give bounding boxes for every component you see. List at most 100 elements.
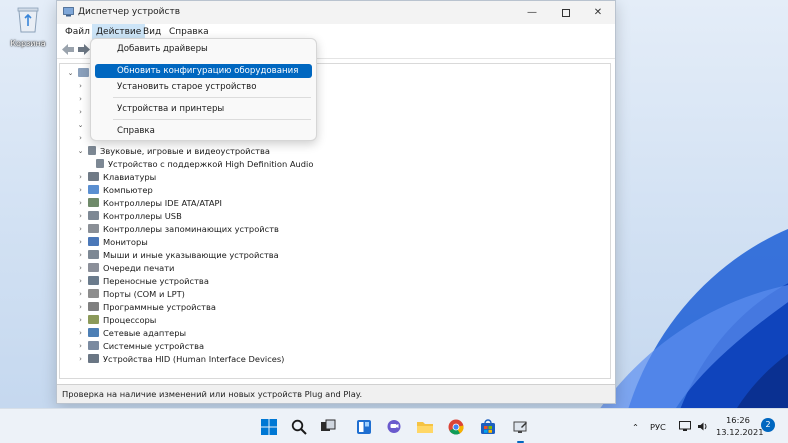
device-category-icon bbox=[88, 250, 99, 259]
store-icon bbox=[481, 419, 495, 434]
category-label: Контроллеры USB bbox=[103, 210, 182, 221]
menu-item-add-legacy[interactable]: Установить старое устройство bbox=[95, 80, 312, 94]
widgets-icon bbox=[357, 420, 371, 434]
task-view-button[interactable] bbox=[318, 417, 338, 437]
taskbar: ⌃ РУС 16:26 13.12.2021 bbox=[0, 408, 788, 443]
device-category-icon bbox=[88, 224, 99, 233]
tree-category[interactable]: › Переносные устройства bbox=[76, 274, 209, 287]
tree-category[interactable]: › Контроллеры USB bbox=[76, 209, 182, 222]
chevron-right-icon: › bbox=[79, 211, 82, 220]
chat-button[interactable] bbox=[384, 417, 404, 437]
device-category-icon bbox=[88, 185, 99, 194]
network-icon[interactable] bbox=[679, 409, 691, 443]
start-button[interactable] bbox=[259, 417, 279, 437]
close-button[interactable]: ✕ bbox=[581, 1, 615, 24]
tree-category[interactable]: › Мониторы bbox=[76, 235, 148, 248]
tree-category[interactable]: › Системные устройства bbox=[76, 339, 204, 352]
chevron-right-icon: › bbox=[79, 315, 82, 324]
speaker-icon bbox=[96, 159, 104, 168]
chevron-right-icon: › bbox=[79, 81, 82, 90]
chat-icon bbox=[387, 420, 401, 433]
chevron-right-icon: › bbox=[79, 341, 82, 350]
chevron-right-icon: › bbox=[79, 107, 82, 116]
category-label: Системные устройства bbox=[103, 340, 205, 351]
speaker-icon bbox=[88, 146, 96, 155]
tree-row[interactable]: › bbox=[76, 92, 85, 105]
windows-logo-icon bbox=[261, 419, 277, 435]
category-label: Контроллеры IDE ATA/ATAPI bbox=[103, 197, 222, 208]
menu-item-add-drivers[interactable]: Добавить драйверы bbox=[95, 42, 312, 56]
menu-item-devices-printers[interactable]: Устройства и принтеры bbox=[95, 102, 312, 116]
tree-category-audio[interactable]: ⌄ Звуковые, игровые и видеоустройства bbox=[76, 144, 270, 157]
recycle-bin-icon bbox=[17, 7, 39, 33]
notification-badge[interactable]: 2 bbox=[761, 418, 775, 432]
store-button[interactable] bbox=[478, 417, 498, 437]
minimize-button[interactable]: — bbox=[515, 1, 549, 24]
file-explorer-button[interactable] bbox=[415, 417, 435, 437]
tree-device-hd-audio[interactable]: Устройство с поддержкой High Definition … bbox=[93, 157, 313, 170]
tree-category[interactable]: › Процессоры bbox=[76, 313, 156, 326]
back-arrow-icon[interactable] bbox=[61, 43, 75, 56]
device-manager-icon bbox=[63, 7, 74, 17]
tree-row[interactable]: › bbox=[76, 79, 85, 92]
device-category-icon bbox=[88, 354, 99, 363]
chevron-down-icon: ⌄ bbox=[77, 146, 84, 155]
tree-row[interactable]: › bbox=[76, 131, 85, 144]
task-view-icon bbox=[321, 419, 336, 431]
tree-category[interactable]: › Контроллеры IDE ATA/ATAPI bbox=[76, 196, 222, 209]
menu-item-help[interactable]: Справка bbox=[95, 124, 312, 138]
tray-chevron[interactable]: ⌃ bbox=[632, 409, 639, 443]
maximize-button[interactable] bbox=[549, 1, 583, 24]
recycle-bin-label: Корзина bbox=[10, 39, 46, 48]
clock[interactable]: 16:26 13.12.2021 bbox=[716, 414, 764, 438]
chevron-right-icon: › bbox=[79, 133, 82, 142]
menu-item-scan-hardware[interactable]: Обновить конфигурацию оборудования bbox=[95, 64, 312, 78]
tree-row[interactable]: › bbox=[76, 105, 85, 118]
speaker-volume-icon bbox=[698, 422, 707, 431]
window-title: Диспетчер устройств bbox=[78, 7, 181, 17]
device-category-icon bbox=[88, 302, 99, 311]
tree-row[interactable]: ⌄ bbox=[76, 118, 85, 131]
device-category-icon bbox=[88, 237, 99, 246]
category-label: Устройства HID (Human Interface Devices) bbox=[103, 353, 285, 364]
volume-icon[interactable] bbox=[697, 409, 709, 443]
tree-category[interactable]: › Очереди печати bbox=[76, 261, 174, 274]
category-label: Клавиатуры bbox=[103, 171, 157, 182]
language-indicator[interactable]: РУС bbox=[650, 409, 666, 443]
chevron-right-icon: › bbox=[79, 172, 82, 181]
tree-category[interactable]: › Клавиатуры bbox=[76, 170, 156, 183]
tree-root[interactable]: ⌄ bbox=[66, 66, 93, 79]
category-label: Очереди печати bbox=[103, 262, 175, 273]
device-manager-taskbar-button[interactable] bbox=[510, 417, 530, 443]
tree-category[interactable]: › Компьютер bbox=[76, 183, 153, 196]
forward-arrow-icon[interactable] bbox=[77, 43, 91, 56]
category-label: Программные устройства bbox=[103, 301, 216, 312]
chevron-up-icon: ⌃ bbox=[632, 421, 639, 432]
chrome-button[interactable] bbox=[446, 417, 466, 437]
tree-category[interactable]: › Мыши и иные указывающие устройства bbox=[76, 248, 279, 261]
status-text: Проверка на наличие изменений или новых … bbox=[62, 389, 363, 399]
device-category-icon bbox=[88, 263, 99, 272]
tree-category[interactable]: › Контроллеры запоминающих устройств bbox=[76, 222, 279, 235]
category-label: Контроллеры запоминающих устройств bbox=[103, 223, 279, 234]
device-category-icon bbox=[88, 172, 99, 181]
chevron-right-icon: › bbox=[79, 198, 82, 207]
computer-icon bbox=[78, 68, 89, 77]
tree-category[interactable]: › Программные устройства bbox=[76, 300, 216, 313]
device-category-icon bbox=[88, 328, 99, 337]
title-bar[interactable]: Диспетчер устройств — ✕ bbox=[57, 1, 615, 24]
category-label: Переносные устройства bbox=[103, 275, 209, 286]
tree-category[interactable]: › Сетевые адаптеры bbox=[76, 326, 186, 339]
status-bar: Проверка на наличие изменений или новых … bbox=[57, 384, 615, 403]
device-category-icon bbox=[88, 315, 99, 324]
category-label: Сетевые адаптеры bbox=[103, 327, 187, 338]
device-category-icon bbox=[88, 198, 99, 207]
widgets-button[interactable] bbox=[354, 417, 374, 437]
category-label: Компьютер bbox=[103, 184, 153, 195]
category-label: Мыши и иные указывающие устройства bbox=[103, 249, 279, 260]
menu-file[interactable]: Файл bbox=[61, 24, 94, 40]
recycle-bin[interactable]: Корзина bbox=[8, 4, 48, 48]
tree-category[interactable]: › Устройства HID (Human Interface Devices… bbox=[76, 352, 284, 365]
tree-category[interactable]: › Порты (COM и LPT) bbox=[76, 287, 185, 300]
search-button[interactable] bbox=[289, 417, 309, 437]
